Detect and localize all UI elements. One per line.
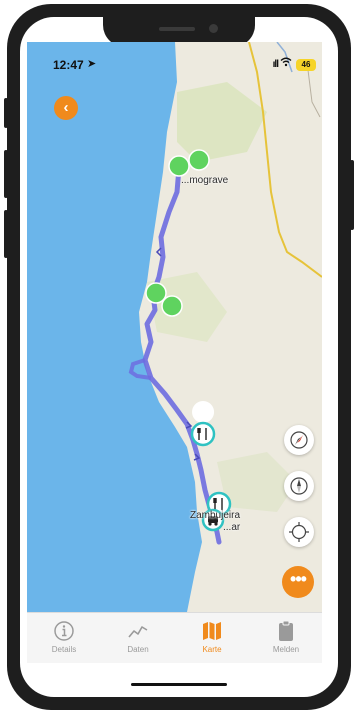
tab-details[interactable]: Details xyxy=(27,617,101,661)
back-button[interactable]: ‹ xyxy=(54,96,78,120)
tab-melden[interactable]: Melden xyxy=(249,617,323,661)
speaker xyxy=(159,27,195,31)
north-button[interactable] xyxy=(284,471,314,501)
volume-up-button xyxy=(4,150,8,198)
locate-button[interactable] xyxy=(284,517,314,547)
status-time: 12:47 xyxy=(53,58,84,72)
battery-indicator: 46 xyxy=(296,59,316,71)
north-arrow-icon xyxy=(290,477,308,495)
map-icon xyxy=(203,622,221,640)
chevron-left-icon: ‹ xyxy=(63,99,69,116)
front-camera xyxy=(209,24,218,33)
green-area xyxy=(177,82,267,162)
waypoint-marker[interactable] xyxy=(145,282,167,304)
waypoint-marker[interactable] xyxy=(161,295,183,317)
tab-label: Details xyxy=(51,645,77,654)
tab-label: Daten xyxy=(127,645,149,654)
town-label-top: ...mograve xyxy=(181,175,229,186)
volume-down-button xyxy=(4,210,8,258)
clipboard-icon xyxy=(279,620,293,641)
compass-button[interactable] xyxy=(284,425,314,455)
tab-daten[interactable]: Daten xyxy=(101,617,175,661)
tab-karte[interactable]: Karte xyxy=(175,617,249,661)
town-label-bottom: Zambujeira xyxy=(190,510,241,521)
info-icon xyxy=(54,621,74,641)
home-indicator xyxy=(131,683,227,686)
mute-switch xyxy=(4,98,8,128)
tab-label: Karte xyxy=(202,645,222,654)
chart-line-icon xyxy=(128,626,148,638)
tab-label: Melden xyxy=(272,645,300,654)
wifi-icon xyxy=(280,57,292,70)
map-canvas[interactable] xyxy=(27,42,322,612)
more-icon: ••• xyxy=(290,569,307,589)
more-options-button[interactable]: ••• xyxy=(282,566,314,598)
location-arrow-icon: ➤ xyxy=(87,58,97,70)
tab-bar: Details Daten Karte Melden xyxy=(27,612,322,663)
status-bar: 12:47 ➤ ıll 46 xyxy=(27,56,322,76)
map-view[interactable]: ...mograve Zambujeira ...ar xyxy=(27,42,322,612)
locate-icon xyxy=(289,522,309,542)
restaurant-marker[interactable] xyxy=(190,401,216,447)
power-button xyxy=(350,160,354,230)
waypoint-marker[interactable] xyxy=(168,155,190,177)
compass-icon xyxy=(290,431,308,449)
waypoint-marker[interactable] xyxy=(188,149,210,171)
main-road xyxy=(248,42,322,278)
town-label-bottom-second: ...ar xyxy=(223,522,241,533)
signal-icon: ıll xyxy=(272,59,279,70)
